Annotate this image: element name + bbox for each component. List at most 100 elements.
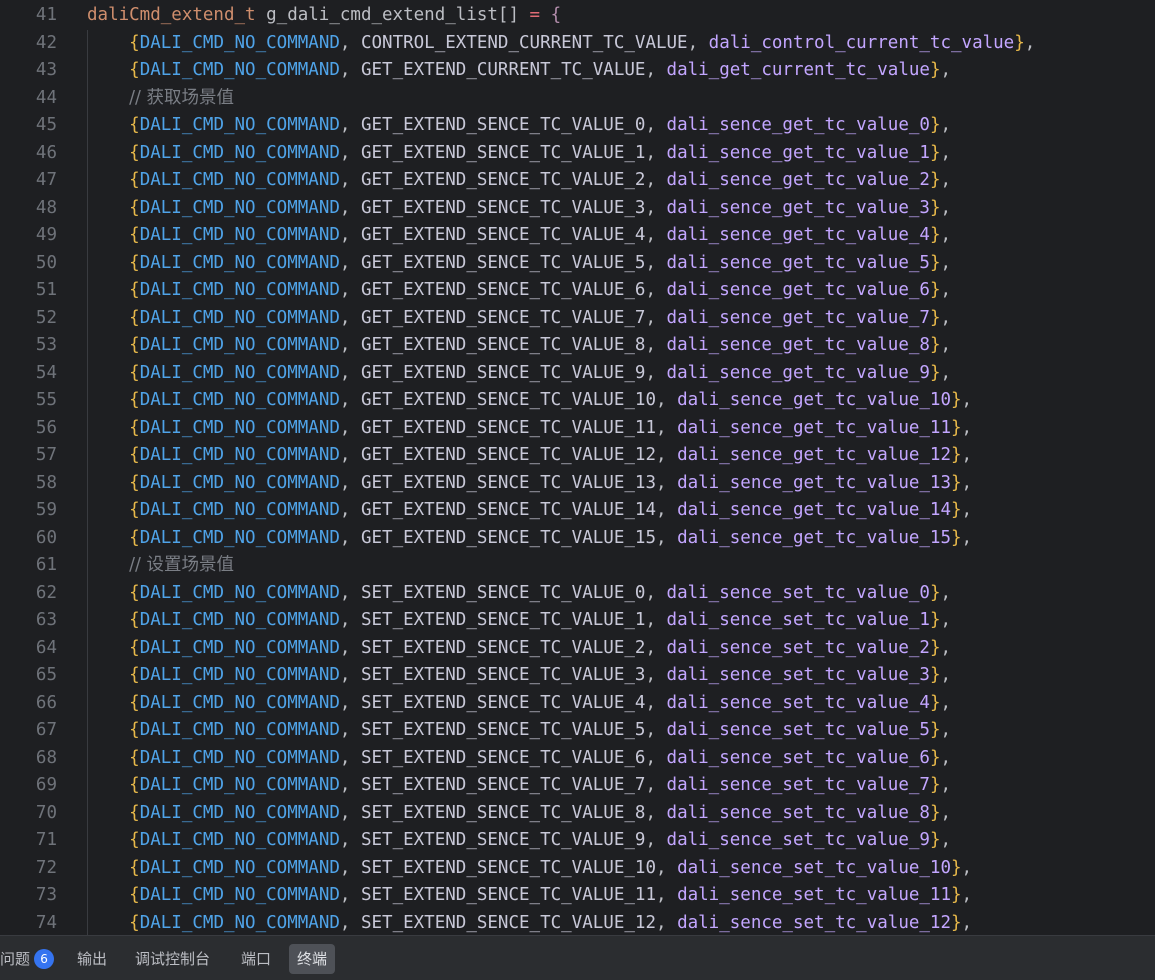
open-brace: { [129, 912, 140, 933]
function-name: dali_sence_get_tc_value_3 [666, 197, 930, 218]
code-line: 43 {DALI_CMD_NO_COMMAND, GET_EXTEND_CURR… [0, 57, 1155, 85]
function-name: dali_sence_set_tc_value_1 [666, 610, 930, 630]
close-brace: } [951, 445, 962, 465]
code-text: {DALI_CMD_NO_COMMAND, SET_EXTEND_SENCE_T… [87, 662, 951, 690]
command-constant: DALI_CMD_NO_COMMAND [139, 857, 340, 878]
code-editor[interactable]: 41 daliCmd_extend_t g_dali_cmd_extend_lis… [0, 0, 1155, 935]
macro-name: GET_EXTEND_SENCE_TC_VALUE_11 [360, 417, 656, 438]
command-constant: DALI_CMD_NO_COMMAND [139, 802, 340, 823]
line-number: 62 [35, 582, 57, 603]
tab-ports[interactable]: 端口 [233, 944, 279, 974]
tab-problems[interactable]: 问题 6 [0, 944, 62, 974]
function-name: dali_sence_set_tc_value_10 [677, 857, 951, 878]
command-constant: DALI_CMD_NO_COMMAND [139, 665, 340, 685]
comma: , [339, 417, 361, 438]
comma: , [940, 720, 952, 740]
line-number: 70 [35, 802, 57, 823]
code-text: {DALI_CMD_NO_COMMAND, GET_EXTEND_SENCE_T… [87, 387, 972, 415]
comma: , [940, 252, 952, 273]
open-brace: { [129, 472, 140, 493]
close-brace: } [951, 472, 962, 493]
comma: , [645, 115, 667, 135]
command-constant: DALI_CMD_NO_COMMAND [139, 610, 340, 630]
code-text: {DALI_CMD_NO_COMMAND, GET_EXTEND_SENCE_T… [87, 112, 951, 140]
comma: , [961, 500, 973, 520]
command-constant: DALI_CMD_NO_COMMAND [139, 527, 340, 548]
line-number: 73 [35, 885, 57, 905]
open-brace: { [129, 32, 140, 53]
comma: , [339, 335, 361, 355]
tab-output-label: 输出 [77, 950, 108, 968]
code-text: {DALI_CMD_NO_COMMAND, GET_EXTEND_SENCE_T… [87, 360, 951, 388]
comma: , [645, 802, 667, 823]
macro-name: GET_EXTEND_SENCE_TC_VALUE_5 [360, 252, 646, 273]
comma: , [645, 637, 667, 658]
comma: , [655, 500, 678, 520]
comma: , [339, 32, 361, 53]
close-brace: } [929, 60, 941, 80]
comma: , [339, 170, 361, 190]
macro-name: SET_EXTEND_SENCE_TC_VALUE_1 [360, 610, 646, 630]
comma: , [339, 692, 361, 713]
line-number: 58 [35, 472, 57, 493]
command-constant: DALI_CMD_NO_COMMAND [139, 747, 340, 768]
line-number: 50 [35, 252, 57, 273]
tab-output[interactable]: 输出 [69, 944, 115, 974]
line-number: 64 [35, 637, 57, 658]
macro-name: GET_EXTEND_SENCE_TC_VALUE_10 [360, 390, 656, 410]
comma: , [339, 362, 361, 383]
command-constant: DALI_CMD_NO_COMMAND [139, 335, 340, 355]
command-constant: DALI_CMD_NO_COMMAND [139, 115, 340, 135]
close-brace: } [951, 390, 962, 410]
code-line: 64 {DALI_CMD_NO_COMMAND, SET_EXTEND_SENC… [0, 635, 1155, 663]
comma: , [339, 280, 361, 300]
code-line: 61 // 设置场景值 [0, 552, 1155, 580]
open-brace: { [129, 610, 140, 630]
comma: , [339, 197, 361, 218]
command-constant: DALI_CMD_NO_COMMAND [139, 775, 340, 795]
code-line: 52 {DALI_CMD_NO_COMMAND, GET_EXTEND_SENC… [0, 305, 1155, 333]
open-brace: { [129, 60, 140, 80]
code-line: 73 {DALI_CMD_NO_COMMAND, SET_EXTEND_SENC… [0, 882, 1155, 910]
code-line: 59 {DALI_CMD_NO_COMMAND, GET_EXTEND_SENC… [0, 497, 1155, 525]
comma: , [940, 665, 952, 685]
line-number: 48 [35, 197, 57, 218]
code-line: 71 {DALI_CMD_NO_COMMAND, SET_EXTEND_SENC… [0, 827, 1155, 855]
comma: , [940, 362, 952, 383]
macro-name: SET_EXTEND_SENCE_TC_VALUE_9 [360, 830, 646, 850]
macro-name: GET_EXTEND_SENCE_TC_VALUE_8 [360, 335, 646, 355]
open-brace: { [129, 857, 140, 878]
code-line: 41 daliCmd_extend_t g_dali_cmd_extend_lis… [0, 2, 1155, 30]
command-constant: DALI_CMD_NO_COMMAND [139, 390, 340, 410]
open-brace: { [129, 885, 140, 905]
comma: , [1024, 32, 1036, 53]
command-constant: DALI_CMD_NO_COMMAND [139, 225, 340, 245]
tab-debug-console[interactable]: 调试控制台 [127, 944, 218, 974]
line-number: 54 [35, 362, 57, 383]
comma: , [961, 912, 973, 933]
function-name: dali_sence_set_tc_value_4 [666, 692, 930, 713]
code-line: 69 {DALI_CMD_NO_COMMAND, SET_EXTEND_SENC… [0, 772, 1155, 800]
macro-name: SET_EXTEND_SENCE_TC_VALUE_11 [360, 885, 656, 905]
function-name: dali_sence_get_tc_value_4 [666, 225, 930, 245]
comma: , [940, 142, 952, 163]
tab-terminal[interactable]: 终端 [289, 944, 336, 974]
close-brace: } [929, 115, 941, 135]
open-brace: { [129, 362, 140, 383]
comma: , [655, 885, 678, 905]
code-line: 57 {DALI_CMD_NO_COMMAND, GET_EXTEND_SENC… [0, 442, 1155, 470]
comma: , [339, 885, 361, 905]
code-line: 65 {DALI_CMD_NO_COMMAND, SET_EXTEND_SENC… [0, 662, 1155, 690]
